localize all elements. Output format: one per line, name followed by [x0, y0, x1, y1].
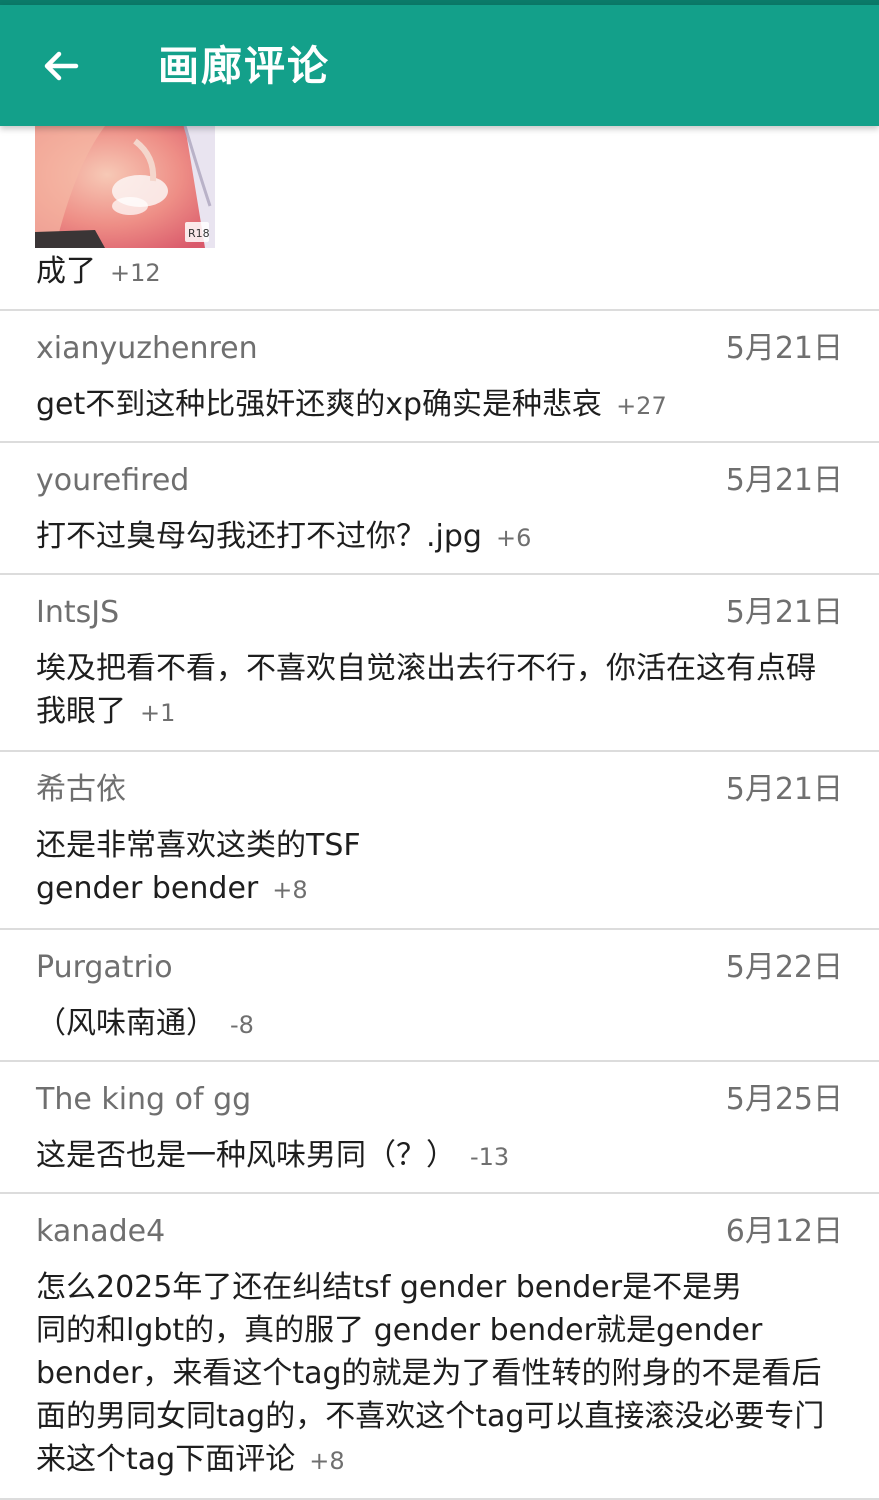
page-title: 画廊评论	[158, 42, 330, 90]
comment-username[interactable]: xianyuzhenren	[36, 329, 258, 369]
comment-username[interactable]: yourefired	[36, 461, 189, 501]
comment-date: 5月21日	[725, 463, 843, 498]
comment-score: +27	[616, 392, 667, 420]
comment-date: 6月12日	[725, 1214, 843, 1249]
comment-score: +1	[140, 699, 176, 727]
comment-date: 5月22日	[725, 950, 843, 985]
comment-username[interactable]: 希古依	[36, 770, 126, 810]
comment-score: +12	[110, 259, 161, 287]
comment-score: +6	[495, 524, 532, 552]
comment-item[interactable]: xianyuzhenren 5月21日 get不到这种比强奸还爽的xp确实是种悲…	[0, 311, 879, 443]
comment-item[interactable]: kanade4 6月12日 怎么2025年了还在纠结tsf gender ben…	[0, 1194, 879, 1500]
comment-item[interactable]: 希古依 5月21日 还是非常喜欢这类的TSF gender bender +8	[0, 752, 879, 930]
comment-username[interactable]: IntsJS	[36, 593, 119, 633]
comment-username[interactable]: The king of gg	[36, 1080, 251, 1120]
comment-username[interactable]: kanade4	[36, 1212, 165, 1252]
comment-score: +8	[272, 876, 308, 904]
comment-date: 5月21日	[725, 595, 843, 630]
back-button[interactable]	[30, 35, 92, 97]
comment-text: （风味南通） -8	[36, 1006, 254, 1041]
comment-username[interactable]: Purgatrio	[36, 948, 173, 988]
comment-item[interactable]: R18 成了 +12	[0, 126, 879, 311]
comment-text: 这是否也是一种风味男同（？） -13	[36, 1138, 510, 1173]
comment-score: -13	[470, 1143, 510, 1171]
comment-text: 怎么2025年了还在纠结tsf gender bender是不是男 同的和lgb…	[36, 1270, 825, 1477]
back-arrow-icon	[44, 51, 79, 81]
comment-score: -8	[230, 1011, 254, 1039]
comment-item[interactable]: The king of gg 5月25日 这是否也是一种风味男同（？） -13	[0, 1062, 879, 1194]
comment-text: 成了 +12	[36, 254, 161, 289]
comment-item[interactable]: yourefired 5月21日 打不过臭母勾我还打不过你？.jpg +6	[0, 443, 879, 575]
comment-text: 还是非常喜欢这类的TSF gender bender +8	[36, 828, 361, 906]
comment-score: +8	[309, 1447, 345, 1475]
comment-text: get不到这种比强奸还爽的xp确实是种悲哀 +27	[36, 387, 667, 422]
comment-date: 5月21日	[725, 772, 843, 807]
comment-text: 打不过臭母勾我还打不过你？.jpg +6	[36, 519, 532, 554]
app-bar: 画廊评论	[0, 5, 879, 126]
comment-list[interactable]: R18 成了 +12 xianyuzhenren 5月21日 get不到这种比强奸…	[0, 126, 879, 1500]
comment-item[interactable]: IntsJS 5月21日 埃及把看不看，不喜欢自觉滚出去行不行，你活在这有点碍 …	[0, 575, 879, 752]
comment-date: 5月25日	[725, 1082, 843, 1117]
comment-item[interactable]: Purgatrio 5月22日 （风味南通） -8	[0, 930, 879, 1062]
comment-date: 5月21日	[725, 331, 843, 366]
svg-text:R18: R18	[188, 227, 210, 240]
comment-text: 埃及把看不看，不喜欢自觉滚出去行不行，你活在这有点碍 我眼了 +1	[36, 651, 816, 729]
comment-image[interactable]: R18	[35, 126, 215, 248]
